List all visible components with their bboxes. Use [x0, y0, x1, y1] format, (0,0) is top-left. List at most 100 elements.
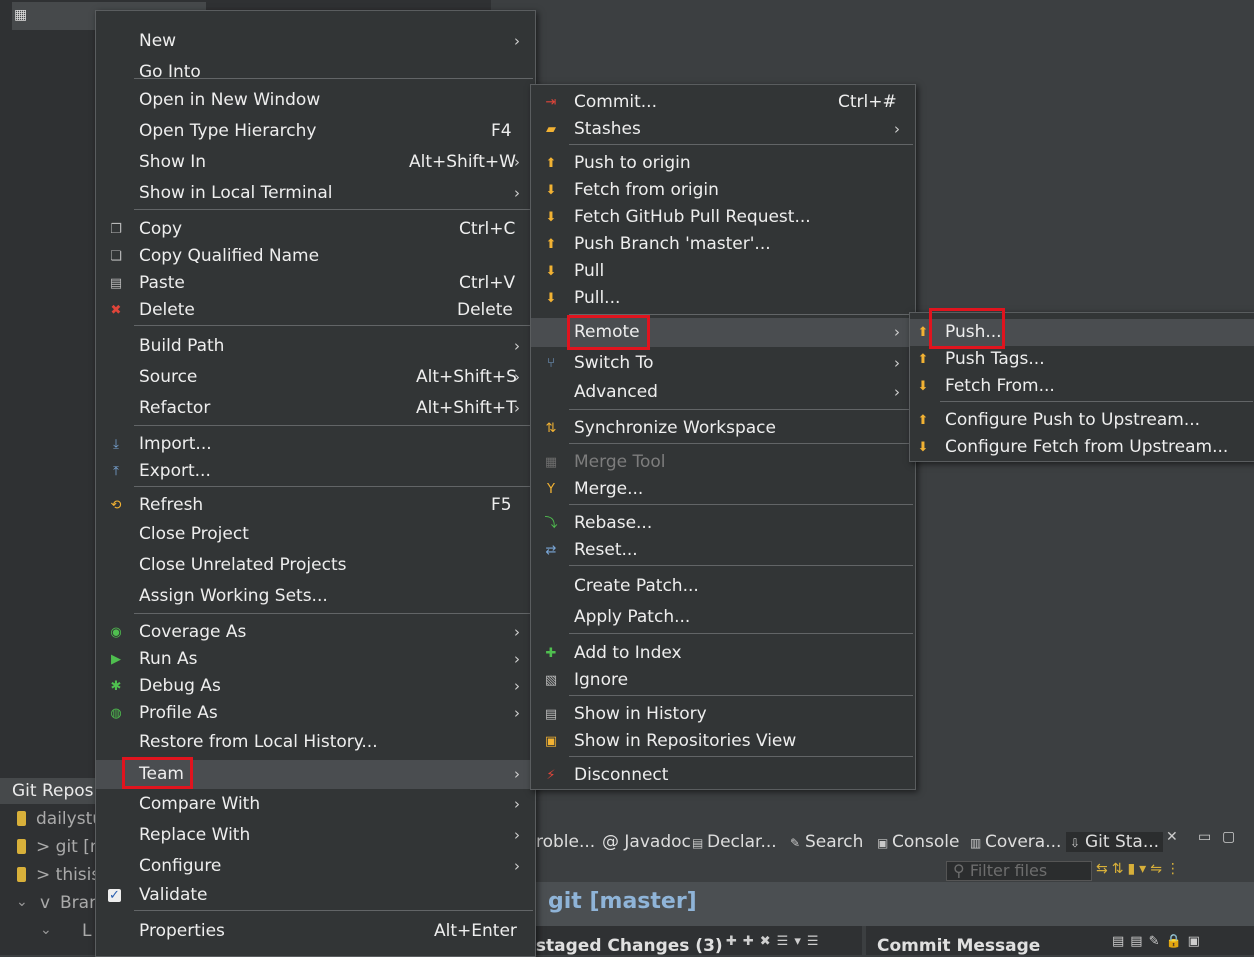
menu-item-refactor[interactable]: Refactor Alt+Shift+T › — [96, 395, 535, 422]
git-repositories-title: Git Reposi — [12, 781, 99, 801]
menu-item-fetch-github-pull-request[interactable]: ⬇ Fetch GitHub Pull Request... — [531, 204, 915, 231]
menu-item-push-to-origin[interactable]: ⬆ Push to origin — [531, 150, 915, 177]
menu-item-coverage-as[interactable]: ◉ Coverage As › — [96, 619, 535, 646]
menu-item-configure-fetch-from-upstream[interactable]: ⬇ Configure Fetch from Upstream... — [910, 434, 1254, 461]
menu-item-delete[interactable]: ✖ Delete Delete — [96, 297, 535, 324]
staging-toolbar-icons[interactable]: ⇆⇅▮▾⇋⋮ — [1096, 861, 1184, 877]
history-icon: ▤ — [544, 707, 558, 722]
menu-item-export[interactable]: ⤒ Export... — [96, 458, 535, 485]
menu-item-run-as[interactable]: ▶ Run As › — [96, 646, 535, 673]
menu-item-apply-patch[interactable]: Apply Patch... — [531, 604, 915, 631]
menu-item-debug-as[interactable]: ✱ Debug As › — [96, 673, 535, 700]
menu-item-build-path[interactable]: Build Path › — [96, 333, 535, 360]
refresh-icon: ⟲ — [110, 498, 122, 513]
menu-item-import[interactable]: ⤓ Import... — [96, 431, 535, 458]
menu-item-push-branch-master[interactable]: ⬆ Push Branch 'master'... — [531, 231, 915, 258]
menu-separator — [134, 425, 533, 426]
menu-item-ignore[interactable]: ▧ Ignore — [531, 667, 915, 694]
menu-item-advanced[interactable]: Advanced › — [531, 379, 915, 406]
menu-item-fetch-from[interactable]: ⬇ Fetch From... — [910, 373, 1254, 400]
menu-item-pull-dialog[interactable]: ⬇ Pull... — [531, 285, 915, 312]
menu-item-add-to-index[interactable]: ✚ Add to Index — [531, 640, 915, 667]
menu-item-copy-qualified-name[interactable]: ❏ Copy Qualified Name — [96, 243, 535, 270]
menu-item-configure-push-to-upstream[interactable]: ⬆ Configure Push to Upstream... — [910, 407, 1254, 434]
menu-item-open-type-hierarchy[interactable]: Open Type Hierarchy F4 — [96, 118, 535, 145]
filter-files-input[interactable]: ⚲ Filter files — [946, 861, 1092, 881]
merge-icon: Y — [547, 482, 555, 497]
close-icon[interactable]: ✕ — [1166, 829, 1178, 845]
menu-item-show-in-history[interactable]: ▤ Show in History — [531, 701, 915, 728]
maximize-icon[interactable]: ▢ — [1222, 829, 1235, 845]
chevron-down-icon[interactable]: ⌄ — [40, 922, 52, 938]
chevron-right-icon: › — [514, 623, 520, 641]
menu-item-merge[interactable]: Y Merge... — [531, 476, 915, 503]
chevron-right-icon: › — [514, 153, 520, 171]
minimize-icon[interactable]: ▭ — [1198, 829, 1211, 845]
menu-item-pull[interactable]: ⬇ Pull — [531, 258, 915, 285]
menu-item-assign-working-sets[interactable]: Assign Working Sets... — [96, 583, 535, 610]
menu-item-copy[interactable]: ❐ Copy Ctrl+C — [96, 216, 535, 243]
menu-item-push-tags[interactable]: ⬆ Push Tags... — [910, 346, 1254, 373]
commit-toolbar-icons[interactable]: ▤▤✎🔒▣ — [1112, 934, 1206, 949]
menu-separator — [569, 695, 913, 696]
menu-item-synchronize-workspace[interactable]: ⇅ Synchronize Workspace — [531, 415, 915, 442]
menu-item-compare-with[interactable]: Compare With › — [96, 791, 535, 818]
chevron-right-icon: › — [894, 383, 900, 401]
tree-item[interactable]: > git [m — [0, 834, 106, 862]
tab-javadoc[interactable]: @ Javadoc — [602, 832, 691, 852]
menu-item-refresh[interactable]: ⟲ Refresh F5 — [96, 492, 535, 519]
menu-item-reset[interactable]: ⇄ Reset... — [531, 537, 915, 564]
chevron-right-icon: › — [514, 337, 520, 355]
menu-item-source[interactable]: Source Alt+Shift+S › — [96, 364, 535, 391]
menu-item-properties[interactable]: Properties Alt+Enter — [96, 918, 535, 945]
menu-item-open-in-new-window[interactable]: Open in New Window — [96, 87, 535, 114]
chevron-right-icon: › — [514, 704, 520, 722]
tab-git-staging[interactable]: ⇩ Git Sta... — [1066, 832, 1164, 852]
validate-check-icon: ✓ — [108, 888, 121, 903]
menu-item-new[interactable]: New › — [96, 28, 535, 55]
menu-item-close-unrelated-projects[interactable]: Close Unrelated Projects — [96, 552, 535, 579]
chevron-right-icon: › — [514, 765, 520, 783]
tree-item[interactable]: > thisis — [0, 862, 100, 890]
menu-separator — [569, 409, 913, 410]
menu-item-close-project[interactable]: Close Project — [96, 521, 535, 548]
tab-coverage[interactable]: ▥ Covera... — [970, 832, 1061, 852]
highlight-box-remote — [567, 315, 650, 350]
git-staging-icon: ⇩ — [1070, 836, 1081, 850]
paste-icon: ▤ — [109, 276, 123, 291]
switch-branch-icon: ⑂ — [547, 356, 555, 371]
tab-problems[interactable]: roble... — [536, 832, 595, 852]
menu-item-rebase[interactable]: ⤵ Rebase... — [531, 510, 915, 537]
tab-console[interactable]: ▣ Console — [877, 832, 960, 852]
menu-separator — [569, 504, 913, 505]
menu-item-configure[interactable]: Configure › — [96, 853, 535, 880]
menu-item-show-in[interactable]: Show In Alt+Shift+W › — [96, 149, 535, 176]
menu-item-merge-tool[interactable]: ▦ Merge Tool — [531, 449, 915, 476]
menu-item-go-into[interactable]: Go Into — [96, 59, 535, 86]
menu-item-show-in-repositories-view[interactable]: ▣ Show in Repositories View — [531, 728, 915, 755]
reset-icon: ⇄ — [545, 543, 557, 558]
menu-item-stashes[interactable]: ▰ Stashes › — [531, 116, 915, 143]
menu-item-restore-from-local-history[interactable]: Restore from Local History... — [96, 729, 535, 756]
menu-item-switch-to[interactable]: ⑂ Switch To › — [531, 350, 915, 377]
menu-item-disconnect[interactable]: ⚡ Disconnect — [531, 762, 915, 789]
tree-item[interactable]: ⌄ L — [0, 918, 95, 946]
unstaged-toolbar-icons[interactable]: ✚✚✖☰▾☰ — [726, 934, 825, 949]
menu-item-create-patch[interactable]: Create Patch... — [531, 573, 915, 600]
menu-item-show-in-local-terminal[interactable]: Show in Local Terminal › — [96, 180, 535, 207]
menu-item-paste[interactable]: ▤ Paste Ctrl+V — [96, 270, 535, 297]
tab-search[interactable]: ✎ Search — [790, 832, 863, 852]
tree-item[interactable]: ⌄ v Bran — [0, 890, 100, 918]
tab-declaration[interactable]: ▤ Declar... — [692, 832, 777, 852]
console-icon: ▣ — [877, 836, 889, 850]
chevron-right-icon: › — [894, 323, 900, 341]
tree-item[interactable]: dailystu — [0, 806, 103, 834]
menu-item-validate[interactable]: ✓ Validate — [96, 882, 535, 909]
stashes-icon: ▰ — [546, 122, 556, 137]
chevron-down-icon[interactable]: ⌄ — [16, 894, 28, 910]
menu-separator — [134, 78, 533, 79]
menu-item-replace-with[interactable]: Replace With › — [96, 822, 535, 849]
menu-item-commit[interactable]: ⇥ Commit... Ctrl+# — [531, 89, 915, 116]
menu-item-profile-as[interactable]: ◍ Profile As › — [96, 700, 535, 727]
menu-item-fetch-from-origin[interactable]: ⬇ Fetch from origin — [531, 177, 915, 204]
